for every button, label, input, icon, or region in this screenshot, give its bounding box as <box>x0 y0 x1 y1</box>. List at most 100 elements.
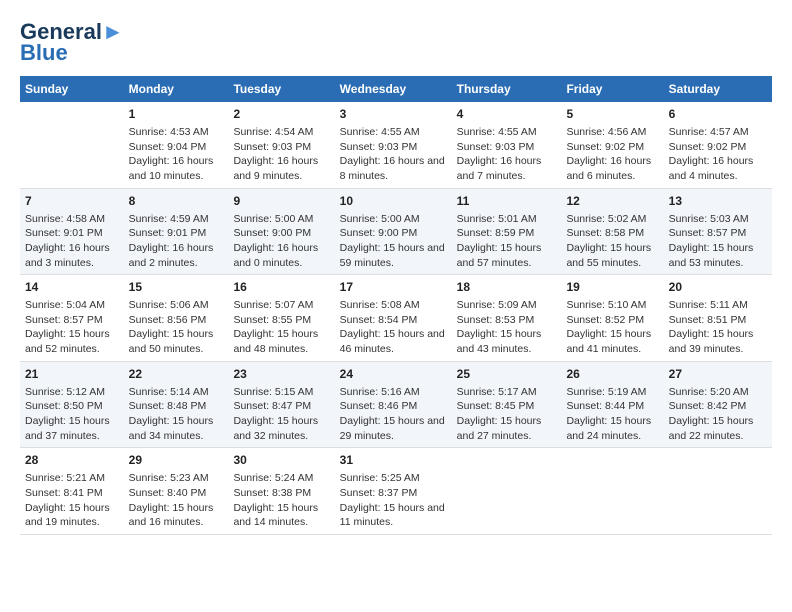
day-number: 19 <box>566 279 658 296</box>
calendar-cell: 2 Sunrise: 4:54 AMSunset: 9:03 PMDaylight… <box>228 102 334 188</box>
header-friday: Friday <box>561 76 663 102</box>
calendar-cell: 27 Sunrise: 5:20 AMSunset: 8:42 PMDayligh… <box>664 361 772 448</box>
day-number: 30 <box>233 452 329 469</box>
cell-content: Sunrise: 4:55 AMSunset: 9:03 PMDaylight:… <box>457 125 557 184</box>
day-number: 8 <box>129 193 224 210</box>
day-number: 6 <box>669 106 767 123</box>
calendar-cell: 28 Sunrise: 5:21 AMSunset: 8:41 PMDayligh… <box>20 448 124 535</box>
calendar-cell: 6 Sunrise: 4:57 AMSunset: 9:02 PMDaylight… <box>664 102 772 188</box>
calendar-cell: 29 Sunrise: 5:23 AMSunset: 8:40 PMDayligh… <box>124 448 229 535</box>
day-number: 21 <box>25 366 119 383</box>
calendar-cell <box>561 448 663 535</box>
cell-content: Sunrise: 5:02 AMSunset: 8:58 PMDaylight:… <box>566 212 658 271</box>
day-number: 15 <box>129 279 224 296</box>
day-number: 1 <box>129 106 224 123</box>
header-wednesday: Wednesday <box>335 76 452 102</box>
day-number: 3 <box>340 106 447 123</box>
header-tuesday: Tuesday <box>228 76 334 102</box>
header-thursday: Thursday <box>452 76 562 102</box>
week-row-1: 1 Sunrise: 4:53 AMSunset: 9:04 PMDaylight… <box>20 102 772 188</box>
calendar-cell: 26 Sunrise: 5:19 AMSunset: 8:44 PMDayligh… <box>561 361 663 448</box>
header-sunday: Sunday <box>20 76 124 102</box>
day-number: 13 <box>669 193 767 210</box>
cell-content: Sunrise: 5:06 AMSunset: 8:56 PMDaylight:… <box>129 298 224 357</box>
cell-content: Sunrise: 4:56 AMSunset: 9:02 PMDaylight:… <box>566 125 658 184</box>
day-number: 7 <box>25 193 119 210</box>
calendar-cell: 17 Sunrise: 5:08 AMSunset: 8:54 PMDayligh… <box>335 275 452 362</box>
cell-content: Sunrise: 4:57 AMSunset: 9:02 PMDaylight:… <box>669 125 767 184</box>
page-header: General► Blue <box>20 20 772 66</box>
calendar-cell: 24Sunrise: 5:16 AMSunset: 8:46 PMDayligh… <box>335 361 452 448</box>
day-number: 17 <box>340 279 447 296</box>
week-row-4: 21 Sunrise: 5:12 AMSunset: 8:50 PMDayligh… <box>20 361 772 448</box>
calendar-cell: 14Sunrise: 5:04 AMSunset: 8:57 PMDayligh… <box>20 275 124 362</box>
calendar-cell: 19 Sunrise: 5:10 AMSunset: 8:52 PMDayligh… <box>561 275 663 362</box>
header-saturday: Saturday <box>664 76 772 102</box>
day-number: 2 <box>233 106 329 123</box>
cell-content: Sunrise: 5:10 AMSunset: 8:52 PMDaylight:… <box>566 298 658 357</box>
day-number: 22 <box>129 366 224 383</box>
calendar-cell: 13 Sunrise: 5:03 AMSunset: 8:57 PMDayligh… <box>664 188 772 275</box>
day-number: 20 <box>669 279 767 296</box>
day-number: 5 <box>566 106 658 123</box>
cell-content: Sunrise: 4:53 AMSunset: 9:04 PMDaylight:… <box>129 125 224 184</box>
calendar-cell: 22 Sunrise: 5:14 AMSunset: 8:48 PMDayligh… <box>124 361 229 448</box>
calendar-cell: 8 Sunrise: 4:59 AMSunset: 9:01 PMDaylight… <box>124 188 229 275</box>
calendar-cell: 20 Sunrise: 5:11 AMSunset: 8:51 PMDayligh… <box>664 275 772 362</box>
calendar-cell: 3 Sunrise: 4:55 AMSunset: 9:03 PMDaylight… <box>335 102 452 188</box>
cell-content: Sunrise: 4:55 AMSunset: 9:03 PMDaylight:… <box>340 125 447 184</box>
day-number: 4 <box>457 106 557 123</box>
calendar-cell: 10 Sunrise: 5:00 AMSunset: 9:00 PMDayligh… <box>335 188 452 275</box>
cell-content: Sunrise: 5:20 AMSunset: 8:42 PMDaylight:… <box>669 385 767 444</box>
cell-content: Sunrise: 5:23 AMSunset: 8:40 PMDaylight:… <box>129 471 224 530</box>
cell-content: Sunrise: 5:21 AMSunset: 8:41 PMDaylight:… <box>25 471 119 530</box>
calendar-cell: 12 Sunrise: 5:02 AMSunset: 8:58 PMDayligh… <box>561 188 663 275</box>
week-row-5: 28 Sunrise: 5:21 AMSunset: 8:41 PMDayligh… <box>20 448 772 535</box>
cell-content: Sunrise: 5:00 AMSunset: 9:00 PMDaylight:… <box>233 212 329 271</box>
day-number: 26 <box>566 366 658 383</box>
logo-blue: Blue <box>20 40 68 66</box>
cell-content: Sunrise: 5:25 AMSunset: 8:37 PMDaylight:… <box>340 471 447 530</box>
calendar-header-row: SundayMondayTuesdayWednesdayThursdayFrid… <box>20 76 772 102</box>
week-row-3: 14Sunrise: 5:04 AMSunset: 8:57 PMDayligh… <box>20 275 772 362</box>
calendar-cell: 21 Sunrise: 5:12 AMSunset: 8:50 PMDayligh… <box>20 361 124 448</box>
calendar-cell: 4 Sunrise: 4:55 AMSunset: 9:03 PMDaylight… <box>452 102 562 188</box>
cell-content: Sunrise: 4:58 AMSunset: 9:01 PMDaylight:… <box>25 212 119 271</box>
cell-content: Sunrise: 5:11 AMSunset: 8:51 PMDaylight:… <box>669 298 767 357</box>
day-number: 10 <box>340 193 447 210</box>
calendar-cell: 30 Sunrise: 5:24 AMSunset: 8:38 PMDayligh… <box>228 448 334 535</box>
day-number: 28 <box>25 452 119 469</box>
calendar-cell: 18 Sunrise: 5:09 AMSunset: 8:53 PMDayligh… <box>452 275 562 362</box>
cell-content: Sunrise: 4:54 AMSunset: 9:03 PMDaylight:… <box>233 125 329 184</box>
cell-content: Sunrise: 4:59 AMSunset: 9:01 PMDaylight:… <box>129 212 224 271</box>
logo: General► Blue <box>20 20 124 66</box>
calendar-cell: 25Sunrise: 5:17 AMSunset: 8:45 PMDayligh… <box>452 361 562 448</box>
cell-content: Sunrise: 5:09 AMSunset: 8:53 PMDaylight:… <box>457 298 557 357</box>
calendar-cell: 9 Sunrise: 5:00 AMSunset: 9:00 PMDaylight… <box>228 188 334 275</box>
day-number: 12 <box>566 193 658 210</box>
day-number: 31 <box>340 452 447 469</box>
cell-content: Sunrise: 5:24 AMSunset: 8:38 PMDaylight:… <box>233 471 329 530</box>
day-number: 9 <box>233 193 329 210</box>
cell-content: Sunrise: 5:03 AMSunset: 8:57 PMDaylight:… <box>669 212 767 271</box>
cell-content: Sunrise: 5:00 AMSunset: 9:00 PMDaylight:… <box>340 212 447 271</box>
cell-content: Sunrise: 5:15 AMSunset: 8:47 PMDaylight:… <box>233 385 329 444</box>
cell-content: Sunrise: 5:04 AMSunset: 8:57 PMDaylight:… <box>25 298 119 357</box>
cell-content: Sunrise: 5:14 AMSunset: 8:48 PMDaylight:… <box>129 385 224 444</box>
day-number: 29 <box>129 452 224 469</box>
calendar-cell: 23 Sunrise: 5:15 AMSunset: 8:47 PMDayligh… <box>228 361 334 448</box>
calendar-cell: 16Sunrise: 5:07 AMSunset: 8:55 PMDayligh… <box>228 275 334 362</box>
day-number: 27 <box>669 366 767 383</box>
calendar-cell: 11Sunrise: 5:01 AMSunset: 8:59 PMDayligh… <box>452 188 562 275</box>
cell-content: Sunrise: 5:19 AMSunset: 8:44 PMDaylight:… <box>566 385 658 444</box>
cell-content: Sunrise: 5:01 AMSunset: 8:59 PMDaylight:… <box>457 212 557 271</box>
day-number: 16 <box>233 279 329 296</box>
calendar-cell <box>20 102 124 188</box>
calendar-table: SundayMondayTuesdayWednesdayThursdayFrid… <box>20 76 772 535</box>
day-number: 23 <box>233 366 329 383</box>
calendar-cell: 5 Sunrise: 4:56 AMSunset: 9:02 PMDaylight… <box>561 102 663 188</box>
cell-content: Sunrise: 5:12 AMSunset: 8:50 PMDaylight:… <box>25 385 119 444</box>
cell-content: Sunrise: 5:08 AMSunset: 8:54 PMDaylight:… <box>340 298 447 357</box>
day-number: 18 <box>457 279 557 296</box>
cell-content: Sunrise: 5:16 AMSunset: 8:46 PMDaylight:… <box>340 385 447 444</box>
